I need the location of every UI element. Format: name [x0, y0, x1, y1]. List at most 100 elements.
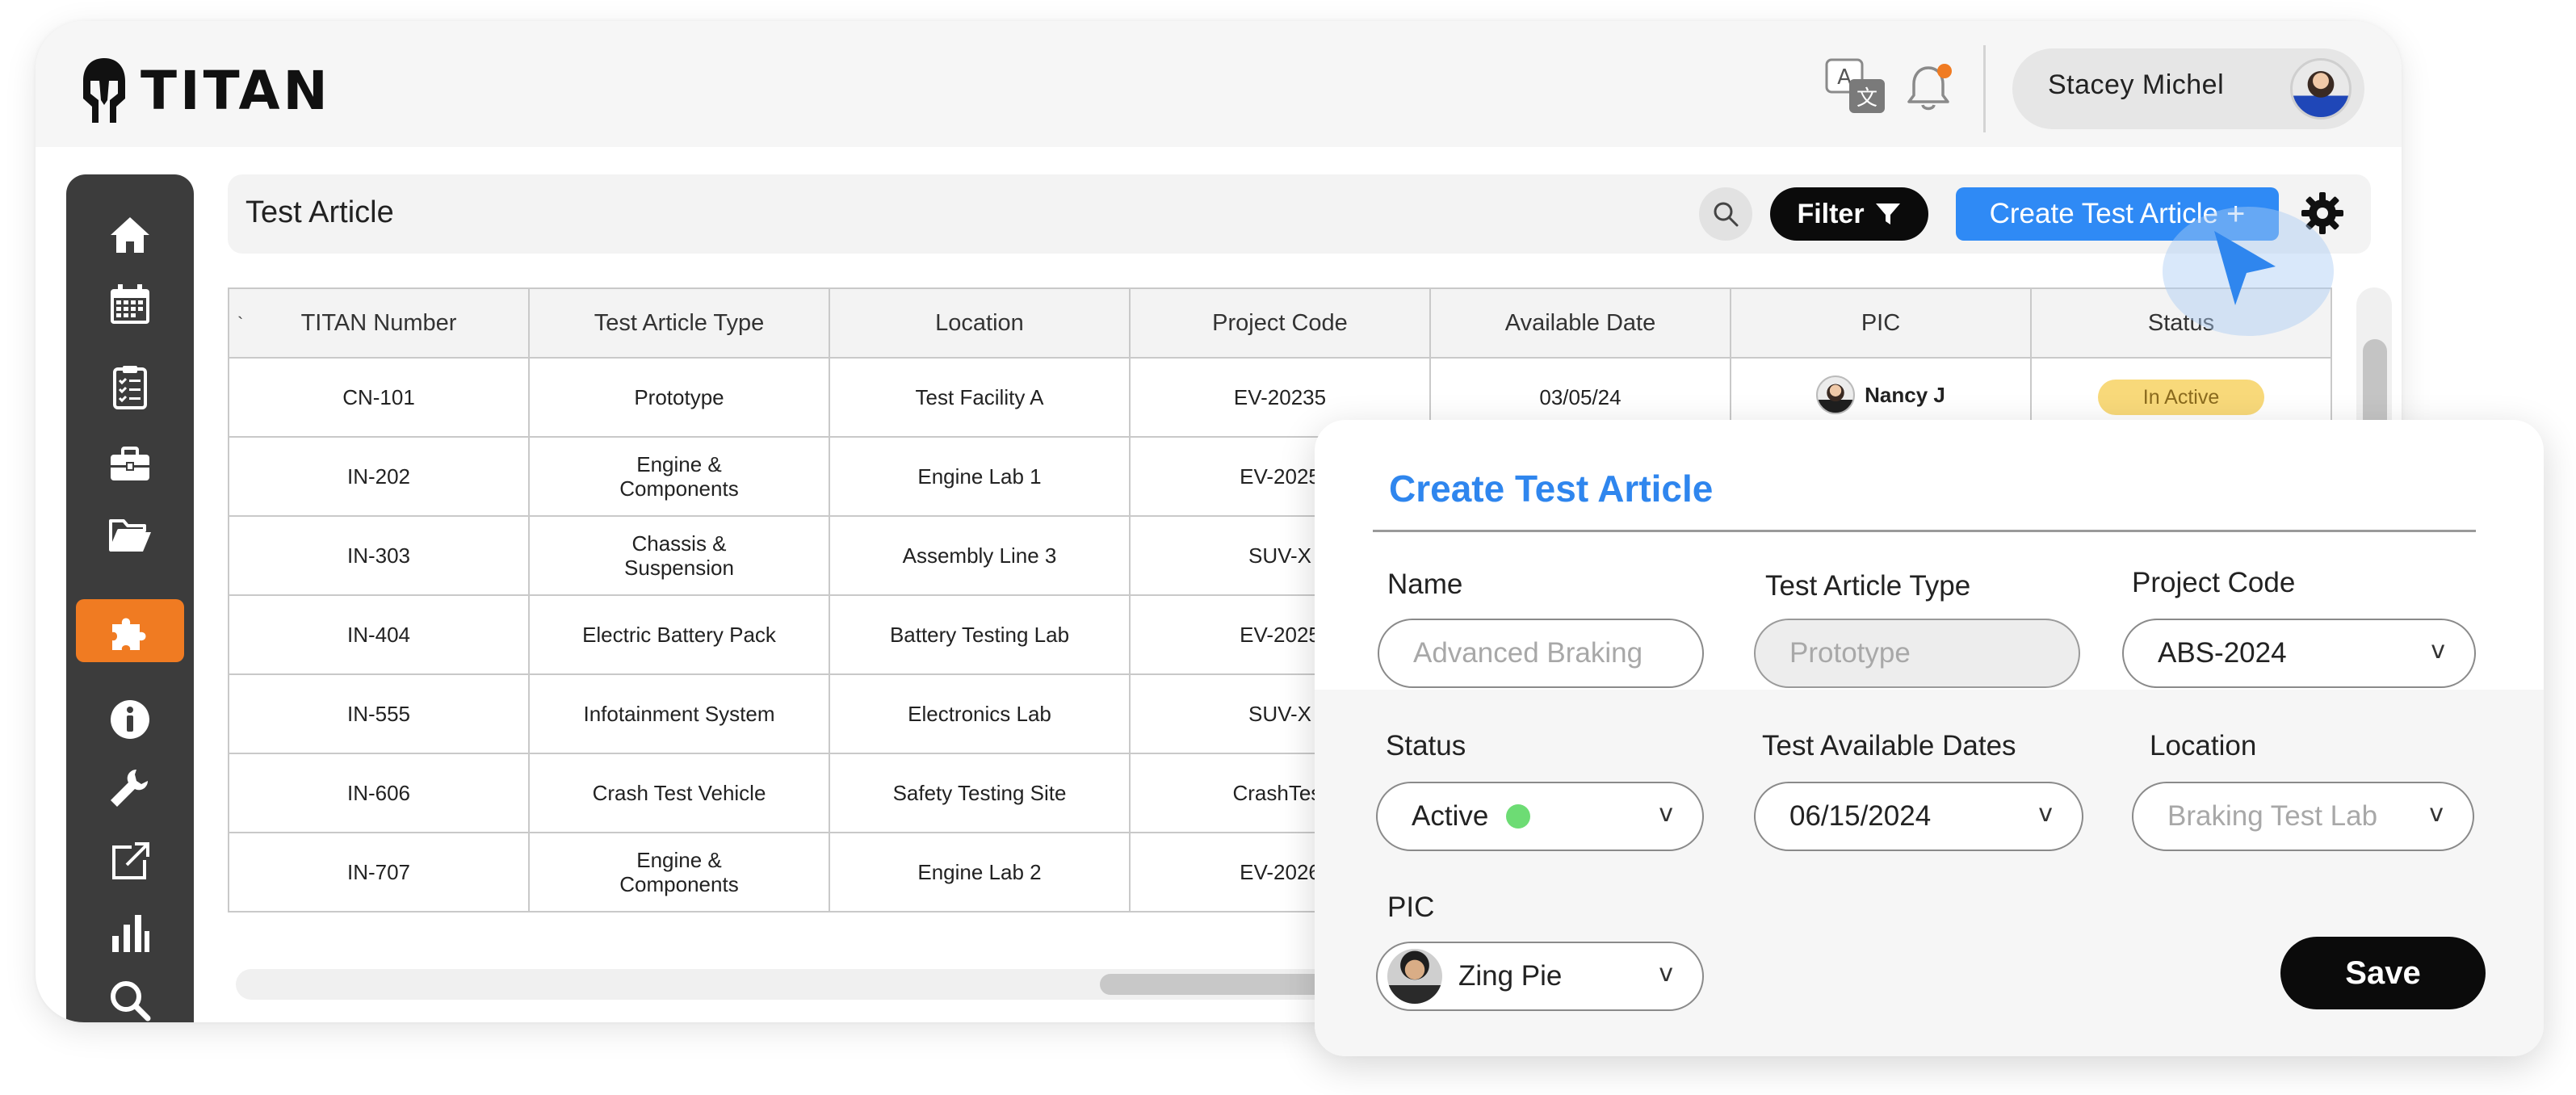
sidebar-item-briefcase[interactable] — [76, 433, 184, 496]
funnel-icon — [1875, 203, 1900, 224]
test-available-dates-select[interactable]: 06/15/2024 v — [1754, 782, 2083, 851]
column-header-available-date[interactable]: Available Date — [1429, 287, 1731, 359]
chevron-down-icon: v — [2038, 799, 2053, 828]
cell-titan-number: CN-101 — [228, 357, 530, 438]
sidebar-item-search[interactable] — [76, 969, 184, 1022]
chevron-down-icon: v — [2429, 799, 2444, 828]
top-header: TITAN A 文 Stacey Michel — [36, 21, 2402, 147]
table-header-row: ` TITAN Number Test Article Type Locatio… — [228, 287, 2332, 359]
name-input[interactable]: Advanced Braking — [1378, 619, 1704, 688]
cell-titan-number: IN-404 — [228, 594, 530, 675]
chevron-down-icon: v — [2431, 636, 2445, 665]
app-name: TITAN — [141, 59, 331, 122]
test-article-type-input: Prototype — [1754, 619, 2080, 688]
cell-location: Safety Testing Site — [829, 753, 1131, 833]
create-test-article-modal: Create Test Article Name Advanced Brakin… — [1315, 420, 2544, 1056]
cell-type: Crash Test Vehicle — [528, 753, 830, 833]
cell-location: Engine Lab 1 — [829, 436, 1131, 517]
search-button[interactable] — [1699, 187, 1752, 241]
info-icon — [111, 700, 149, 739]
bell-icon[interactable] — [1906, 61, 1956, 115]
avatar — [1387, 949, 1442, 1004]
toolbar: Test Article Filter Create Test Article … — [228, 174, 2371, 254]
status-select[interactable]: Active v — [1376, 782, 1704, 851]
clipboard-checklist-icon — [113, 366, 147, 409]
cell-type: Prototype — [528, 357, 830, 438]
cell-titan-number: IN-606 — [228, 753, 530, 833]
avatar — [1816, 375, 1856, 414]
cell-titan-number: IN-303 — [228, 515, 530, 596]
chevron-down-icon: v — [1659, 959, 1673, 988]
calendar-icon — [111, 284, 149, 324]
modal-divider — [1373, 530, 2476, 532]
sidebar-item-calendar[interactable] — [76, 273, 184, 336]
name-label: Name — [1387, 568, 1463, 600]
dates-value: 06/15/2024 — [1789, 800, 1932, 832]
save-button[interactable]: Save — [2280, 937, 2486, 1009]
cursor-arrow-icon — [2214, 231, 2276, 305]
svg-text:文: 文 — [1856, 86, 1877, 111]
sidebar-item-tools[interactable] — [76, 757, 184, 820]
cell-location: Battery Testing Lab — [829, 594, 1131, 675]
search-icon — [111, 981, 151, 1022]
test-article-type-label: Test Article Type — [1765, 570, 1971, 602]
puzzle-icon — [112, 618, 146, 650]
home-icon — [111, 217, 149, 253]
sidebar — [66, 174, 194, 1022]
external-link-icon — [112, 842, 149, 879]
cell-type: Infotainment System — [528, 673, 830, 754]
sidebar-item-test-articles[interactable] — [76, 599, 184, 662]
location-placeholder: Braking Test Lab — [2167, 800, 2378, 832]
column-header-location[interactable]: Location — [829, 287, 1131, 359]
cell-type: Engine & Components — [528, 436, 830, 517]
project-code-label: Project Code — [2132, 567, 2296, 598]
filter-label: Filter — [1797, 198, 1865, 229]
chevron-down-icon: v — [1659, 799, 1673, 828]
location-select[interactable]: Braking Test Lab v — [2132, 782, 2474, 851]
cell-location: Electronics Lab — [829, 673, 1131, 754]
briefcase-icon — [111, 447, 149, 480]
status-badge: In Active — [2098, 380, 2264, 415]
user-avatar — [2290, 58, 2352, 120]
folder-open-icon — [109, 519, 151, 552]
sidebar-item-info[interactable] — [76, 688, 184, 751]
user-name: Stacey Michel — [2048, 69, 2225, 100]
user-profile-button[interactable]: Stacey Michel — [2012, 48, 2364, 129]
sidebar-item-external[interactable] — [76, 830, 184, 893]
column-header-project-code[interactable]: Project Code — [1129, 287, 1431, 359]
wrench-icon — [111, 770, 148, 807]
active-status-dot-icon — [1506, 804, 1531, 829]
cell-titan-number: IN-707 — [228, 832, 530, 912]
cell-location: Test Facility A — [829, 357, 1131, 438]
sidebar-item-home[interactable] — [76, 203, 184, 266]
pic-name: Nancy J — [1865, 383, 1945, 407]
modal-title: Create Test Article — [1389, 468, 1714, 510]
status-label: Status — [1386, 730, 1466, 761]
create-label: Create Test Article — [1989, 198, 2218, 229]
pic-select[interactable]: Zing Pie v — [1376, 942, 1704, 1011]
translate-icon[interactable]: A 文 — [1825, 58, 1886, 115]
cell-titan-number: IN-202 — [228, 436, 530, 517]
search-icon — [1714, 202, 1739, 227]
sidebar-item-reports[interactable] — [76, 901, 184, 964]
cell-type: Engine & Components — [528, 832, 830, 912]
spartan-helmet-icon — [83, 58, 125, 123]
sidebar-item-checklist[interactable] — [76, 355, 184, 418]
column-header-titan-number[interactable]: ` TITAN Number — [228, 287, 530, 359]
bar-chart-icon — [112, 915, 149, 952]
page-title: Test Article — [245, 195, 394, 229]
pic-value: Zing Pie — [1458, 960, 1563, 992]
horizontal-scrollbar-thumb[interactable] — [1100, 974, 1342, 995]
cell-titan-number: IN-555 — [228, 673, 530, 754]
filter-button[interactable]: Filter — [1770, 187, 1928, 241]
pic-label: PIC — [1387, 892, 1435, 923]
sort-indicator[interactable]: ` — [237, 313, 243, 334]
project-code-value: ABS-2024 — [2158, 637, 2287, 669]
status-value: Active — [1412, 800, 1489, 832]
column-header-type[interactable]: Test Article Type — [528, 287, 830, 359]
column-header-pic[interactable]: PIC — [1730, 287, 2032, 359]
header-divider — [1983, 45, 1986, 132]
app-logo[interactable]: TITAN — [81, 57, 331, 124]
sidebar-item-folder[interactable] — [76, 504, 184, 567]
project-code-select[interactable]: ABS-2024 v — [2122, 619, 2476, 688]
